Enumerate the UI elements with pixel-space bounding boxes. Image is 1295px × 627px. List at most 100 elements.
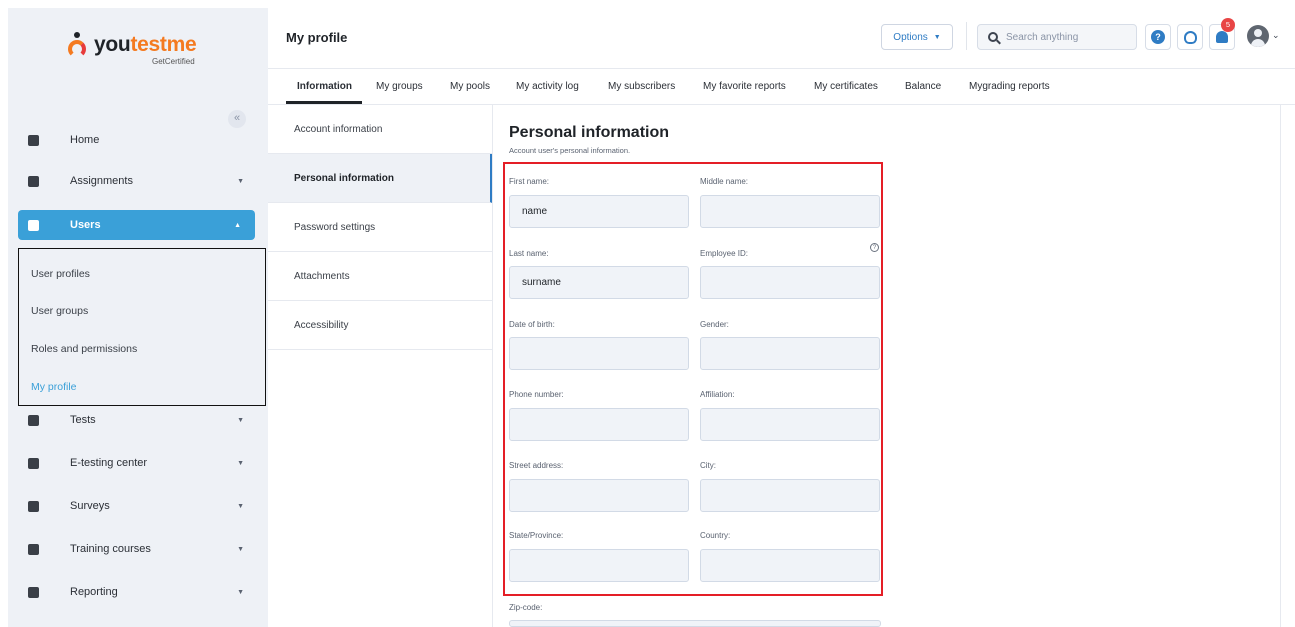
sidebar-item-users[interactable]: Users ▲ — [18, 210, 255, 240]
page-title: My profile — [286, 30, 348, 45]
middle-name-label: Middle name: — [700, 177, 749, 186]
search-icon — [988, 32, 998, 42]
chevron-down-icon: ▼ — [237, 459, 244, 467]
submenu-item-my-profile[interactable]: My profile — [31, 381, 77, 393]
logo-word-part1: you — [94, 33, 131, 56]
tab-my-subscribers[interactable]: My subscribers — [608, 81, 675, 92]
content-divider — [492, 105, 493, 627]
sidebar-item-training-courses[interactable]: Training courses ▼ — [8, 532, 268, 566]
logo-word-part2: testme — [130, 33, 197, 56]
country-field[interactable] — [700, 549, 880, 582]
tab-balance[interactable]: Balance — [905, 81, 941, 92]
city-label: City: — [700, 461, 716, 470]
sidebar-item-label: Surveys — [70, 500, 110, 512]
last-name-field[interactable]: surname — [509, 266, 689, 299]
sidebar-item-label: Training courses — [70, 543, 151, 555]
tabs-top-border — [268, 68, 1295, 69]
zip-label: Zip-code: — [509, 603, 543, 612]
section-password-settings[interactable]: Password settings — [268, 203, 492, 252]
users-submenu: User profiles User groups Roles and perm… — [18, 248, 266, 406]
chevron-down-icon: ▼ — [237, 545, 244, 553]
home-icon — [28, 134, 39, 146]
street-label: Street address: — [509, 461, 564, 470]
tab-my-certificates[interactable]: My certificates — [814, 81, 878, 92]
options-label: Options — [893, 31, 928, 43]
notification-badge: 5 — [1221, 18, 1235, 32]
section-personal-information[interactable]: Personal information — [268, 154, 492, 203]
tab-my-activity-log[interactable]: My activity log — [516, 81, 579, 92]
tab-mygrading-reports[interactable]: Mygrading reports — [969, 81, 1050, 92]
submenu-item-roles-permissions[interactable]: Roles and permissions — [31, 343, 137, 355]
first-name-label: First name: — [509, 177, 550, 186]
last-name-label: Last name: — [509, 249, 549, 258]
e-testing-icon — [28, 457, 39, 469]
logo[interactable]: youtestme GetCertified — [66, 32, 197, 66]
section-attachments[interactable]: Attachments — [268, 252, 492, 301]
sidebar-item-home[interactable]: Home — [8, 123, 268, 157]
info-icon[interactable]: ? — [870, 243, 879, 252]
zip-field[interactable] — [509, 620, 881, 627]
section-accessibility[interactable]: Accessibility — [268, 301, 492, 350]
options-button[interactable]: Options ▼ — [881, 24, 953, 50]
dob-field[interactable] — [509, 337, 689, 370]
assignments-icon — [28, 175, 39, 187]
tests-icon — [28, 414, 39, 426]
middle-name-field[interactable] — [700, 195, 880, 228]
gender-field[interactable] — [700, 337, 880, 370]
tab-information[interactable]: Information — [297, 81, 352, 92]
submenu-item-user-groups[interactable]: User groups — [31, 305, 88, 317]
state-field[interactable] — [509, 549, 689, 582]
state-label: State/Province: — [509, 531, 564, 540]
tab-my-groups[interactable]: My groups — [376, 81, 423, 92]
country-label: Country: — [700, 531, 731, 540]
logo-mark-icon — [66, 32, 88, 58]
affiliation-label: Affiliation: — [700, 390, 735, 399]
submenu-item-user-profiles[interactable]: User profiles — [31, 268, 90, 280]
reporting-icon — [28, 586, 39, 598]
logo-wordmark: youtestme — [94, 32, 197, 58]
header-divider — [966, 22, 967, 50]
search-placeholder: Search anything — [1006, 31, 1079, 43]
sidebar-item-reporting[interactable]: Reporting ▼ — [8, 575, 268, 609]
dob-label: Date of birth: — [509, 320, 555, 329]
trophy-icon — [28, 543, 39, 555]
users-icon — [28, 219, 39, 231]
chevron-down-icon[interactable]: ⌄ — [1272, 30, 1280, 41]
sidebar-item-surveys[interactable]: Surveys ▼ — [8, 489, 268, 523]
chevron-up-icon: ▲ — [234, 221, 241, 229]
section-account-information[interactable]: Account information — [268, 105, 492, 154]
form-subtitle: Account user's personal information. — [509, 146, 631, 155]
bell-icon — [1216, 31, 1228, 43]
sidebar-item-label: Home — [70, 134, 100, 146]
search-input[interactable]: Search anything — [977, 24, 1137, 50]
sidebar: youtestme GetCertified « Home Assignment… — [8, 8, 268, 627]
gender-label: Gender: — [700, 320, 729, 329]
sidebar-item-label: Assignments — [70, 175, 133, 187]
logo-tagline: GetCertified — [152, 57, 195, 66]
tab-my-pools[interactable]: My pools — [450, 81, 490, 92]
caret-down-icon: ▼ — [933, 33, 941, 41]
support-button[interactable] — [1177, 24, 1203, 50]
employee-id-label: Employee ID: — [700, 249, 749, 258]
headset-icon — [1183, 30, 1197, 44]
surveys-icon — [28, 500, 39, 512]
avatar[interactable] — [1247, 25, 1269, 47]
first-name-field[interactable]: name — [509, 195, 689, 228]
sidebar-item-assignments[interactable]: Assignments ▼ — [8, 164, 268, 198]
tab-my-favorite-reports[interactable]: My favorite reports — [703, 81, 786, 92]
right-divider — [1280, 105, 1281, 627]
form-title: Personal information — [509, 124, 670, 141]
sidebar-item-e-testing-center[interactable]: E-testing center ▼ — [8, 446, 268, 480]
help-button[interactable]: ? — [1145, 24, 1171, 50]
street-field[interactable] — [509, 479, 689, 512]
phone-field[interactable] — [509, 408, 689, 441]
sidebar-item-tests[interactable]: Tests ▼ — [8, 403, 268, 437]
sidebar-item-label: Reporting — [70, 586, 118, 598]
affiliation-field[interactable] — [700, 408, 880, 441]
chevron-down-icon: ▼ — [237, 502, 244, 510]
chevron-down-icon: ▼ — [237, 177, 244, 185]
chevron-down-icon: ▼ — [237, 588, 244, 596]
city-field[interactable] — [700, 479, 880, 512]
question-icon: ? — [1151, 30, 1165, 44]
employee-id-field[interactable] — [700, 266, 880, 299]
